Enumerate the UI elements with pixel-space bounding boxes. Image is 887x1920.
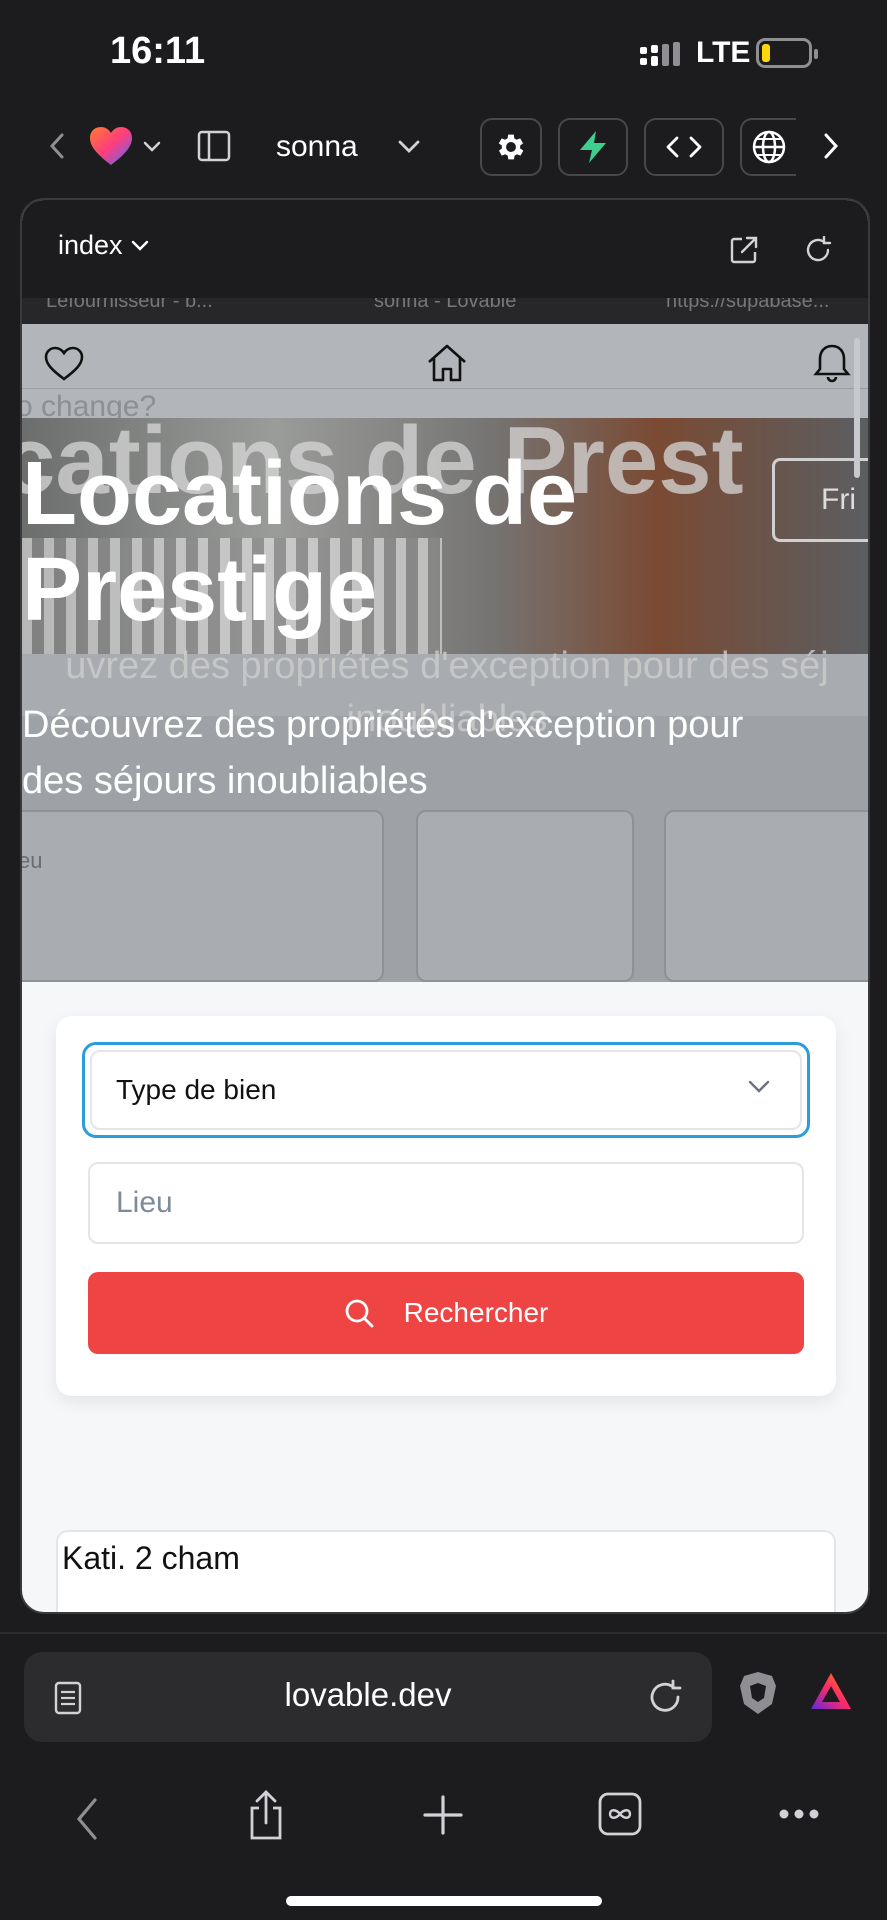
- hero-title-line: Prestige: [22, 540, 378, 640]
- ghost-field-label: eu: [22, 848, 43, 873]
- refresh-icon[interactable]: [800, 232, 836, 268]
- listing-title: Kati. 2 cham: [62, 1540, 240, 1576]
- reload-icon[interactable]: [646, 1678, 684, 1716]
- back-icon[interactable]: [72, 1794, 102, 1844]
- status-time: 16:11: [110, 30, 206, 72]
- home-icon[interactable]: [424, 340, 470, 386]
- publish-button[interactable]: [740, 118, 796, 176]
- type-select-focus-ring: Type de bien: [82, 1042, 810, 1138]
- ghost-field: eu: [22, 810, 384, 982]
- forward-chevron-icon[interactable]: [816, 126, 846, 166]
- brave-rewards-icon[interactable]: [808, 1668, 854, 1714]
- ghost-button-label: Fri: [821, 483, 856, 516]
- browser-nav-row: [0, 1784, 887, 1854]
- preview-header: index: [22, 200, 868, 298]
- preview-frame: index Lefournisseur - b... sonna - Lovab…: [20, 198, 870, 1614]
- code-view-button[interactable]: [644, 118, 724, 176]
- listing-card[interactable]: Kati. 2 cham: [56, 1530, 836, 1612]
- ghost-tab: sonna - Lovable: [374, 298, 517, 312]
- sidebar-toggle-icon[interactable]: [194, 126, 234, 166]
- supabase-button[interactable]: [558, 118, 628, 176]
- hero-subtitle: Découvrez des propriétés d'exception pou…: [22, 696, 743, 810]
- hero-subtitle-line: Découvrez des propriétés d'exception pou…: [22, 704, 744, 746]
- address-bar[interactable]: lovable.dev: [24, 1652, 712, 1742]
- hero-title-line: Locations de: [22, 444, 578, 544]
- bell-icon[interactable]: [810, 340, 854, 386]
- lightning-bolt-icon: [580, 131, 606, 163]
- open-external-icon[interactable]: [726, 232, 762, 268]
- project-chevron-icon[interactable]: [394, 132, 424, 162]
- ghost-browser-tabs: Lefournisseur - b... sonna - Lovable htt…: [22, 298, 868, 324]
- battery-icon: [756, 38, 818, 68]
- location-input[interactable]: Lieu: [88, 1162, 804, 1244]
- url-text[interactable]: lovable.dev: [24, 1676, 712, 1714]
- scrollbar[interactable]: [854, 338, 860, 478]
- hero-title: Locations de Prestige: [22, 446, 577, 638]
- lovable-heart-logo[interactable]: [86, 118, 136, 174]
- new-tab-icon[interactable]: [420, 1792, 466, 1838]
- page-selector[interactable]: index: [58, 230, 149, 261]
- property-type-value: Type de bien: [116, 1074, 277, 1105]
- share-icon[interactable]: [244, 1788, 288, 1844]
- network-label: LTE: [696, 36, 751, 69]
- page-selector-label: index: [58, 230, 123, 260]
- ghost-tab: https://supabase...: [666, 298, 830, 312]
- search-card: Type de bien Lieu Rechercher: [56, 1016, 836, 1396]
- property-type-select[interactable]: Type de bien: [90, 1050, 802, 1130]
- settings-button[interactable]: [480, 118, 542, 176]
- browser-bottom-bar: lovable.dev: [0, 1632, 887, 1920]
- more-icon[interactable]: [776, 1802, 822, 1826]
- code-brackets-icon: [666, 136, 702, 158]
- back-chevron-icon[interactable]: [42, 126, 72, 166]
- chevron-down-icon[interactable]: [140, 132, 164, 162]
- chevron-down-icon: [748, 1080, 770, 1093]
- ghost-tab: Lefournisseur - b...: [46, 298, 213, 312]
- project-name[interactable]: sonna: [276, 130, 358, 164]
- gear-icon: [498, 134, 524, 160]
- preview-background: Lefournisseur - b... sonna - Lovable htt…: [22, 298, 868, 982]
- cellular-signal-icon: [640, 42, 680, 66]
- brave-shield-icon[interactable]: [736, 1668, 780, 1718]
- hero-subtitle-line: des séjours inoubliables: [22, 760, 428, 802]
- globe-icon: [752, 130, 786, 164]
- chevron-down-icon: [131, 240, 148, 251]
- ghost-field: [416, 810, 634, 982]
- search-icon: [345, 1299, 374, 1328]
- search-button[interactable]: Rechercher: [88, 1272, 804, 1354]
- status-bar: 16:11 LTE: [0, 0, 887, 110]
- search-button-label: Rechercher: [403, 1297, 549, 1328]
- ghost-subtitle: uvrez des propriétés d'exception pour de…: [65, 645, 829, 687]
- tabs-icon[interactable]: [596, 1790, 644, 1838]
- heart-icon[interactable]: [42, 342, 86, 386]
- home-indicator: [286, 1896, 602, 1906]
- location-placeholder: Lieu: [116, 1186, 173, 1219]
- ghost-field: [664, 810, 868, 982]
- editor-toolbar: sonna: [0, 112, 887, 182]
